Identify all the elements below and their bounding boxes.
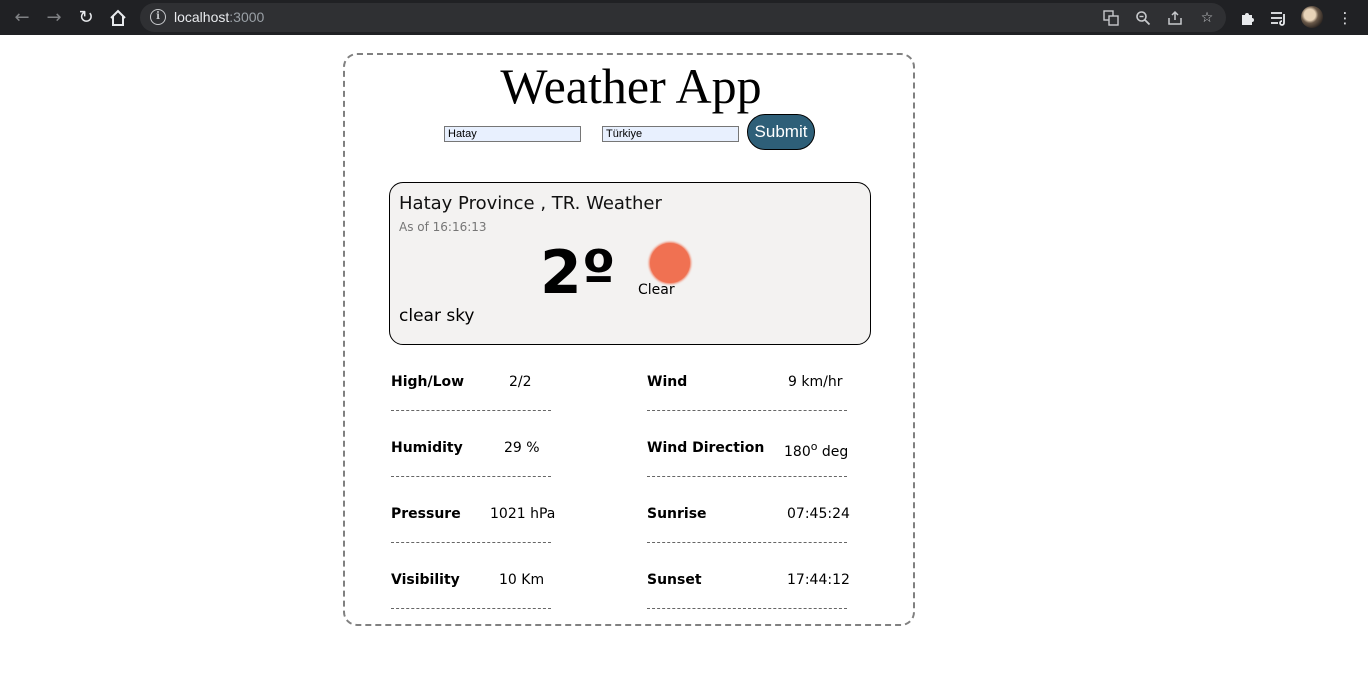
detail-sunrise: Sunrise 07:45:24 — [647, 491, 850, 543]
forward-arrow-icon[interactable]: → — [41, 5, 67, 31]
wind-direction-number: 180 — [784, 444, 811, 460]
temperature: 2º — [540, 238, 616, 308]
detail-value: 180o deg — [784, 440, 848, 460]
detail-wind-direction: Wind Direction 180o deg — [647, 425, 848, 477]
sun-icon — [650, 243, 690, 283]
weather-app-container: Weather App Submit Hatay Province , TR. … — [343, 53, 915, 626]
zoom-icon[interactable] — [1132, 7, 1154, 29]
extensions-puzzle-icon[interactable] — [1235, 5, 1261, 31]
address-bar[interactable]: i localhost:3000 ☆ — [140, 3, 1226, 32]
wind-direction-unit: deg — [817, 444, 849, 460]
detail-label: Wind — [647, 374, 688, 390]
detail-value: 1021 hPa — [490, 506, 556, 522]
detail-label: High/Low — [391, 374, 465, 390]
detail-label: Sunset — [647, 572, 702, 588]
app-title: Weather App — [500, 58, 762, 114]
detail-label: Pressure — [391, 506, 461, 522]
reading-list-icon[interactable] — [1266, 5, 1292, 31]
url-host: localhost — [174, 9, 230, 25]
detail-label: Sunrise — [647, 506, 707, 522]
home-icon[interactable] — [105, 5, 131, 31]
site-info-icon[interactable]: i — [150, 9, 166, 25]
url-text: localhost:3000 — [174, 9, 264, 25]
profile-avatar[interactable] — [1301, 6, 1323, 28]
submit-button[interactable]: Submit — [747, 114, 815, 150]
detail-value: 29 % — [504, 440, 540, 456]
detail-value: 2/2 — [509, 374, 532, 390]
reload-icon[interactable]: ↻ — [73, 5, 99, 31]
detail-sunset: Sunset 17:44:12 — [647, 557, 850, 609]
as-of-time: As of 16:16:13 — [399, 220, 487, 234]
detail-label: Humidity — [391, 440, 463, 456]
city-input[interactable] — [444, 126, 581, 142]
weather-description: clear sky — [399, 306, 475, 326]
detail-label: Wind Direction — [647, 440, 765, 456]
detail-value: 17:44:12 — [787, 572, 850, 588]
detail-value: 9 km/hr — [788, 374, 843, 390]
back-arrow-icon[interactable]: ← — [9, 5, 35, 31]
menu-kebab-icon[interactable]: ⋮ — [1332, 5, 1358, 31]
detail-humidity: Humidity 29 % — [391, 425, 551, 477]
detail-value: 10 Km — [499, 572, 545, 588]
detail-pressure: Pressure 1021 hPa — [391, 491, 555, 543]
detail-value: 07:45:24 — [787, 506, 850, 522]
detail-wind: Wind 9 km/hr — [647, 359, 847, 411]
country-input[interactable] — [602, 126, 739, 142]
current-weather-panel: Hatay Province , TR. Weather As of 16:16… — [389, 182, 871, 345]
condition-label: Clear — [638, 282, 675, 298]
share-icon[interactable] — [1164, 7, 1186, 29]
location-heading: Hatay Province , TR. Weather — [399, 193, 662, 214]
bookmark-star-icon[interactable]: ☆ — [1196, 7, 1218, 29]
translate-icon[interactable] — [1100, 7, 1122, 29]
url-port: :3000 — [229, 9, 265, 25]
detail-high-low: High/Low 2/2 — [391, 359, 551, 411]
detail-label: Visibility — [391, 572, 460, 588]
browser-toolbar: ← → ↻ i localhost:3000 ☆ ⋮ — [0, 0, 1368, 35]
detail-visibility: Visibility 10 Km — [391, 557, 551, 609]
